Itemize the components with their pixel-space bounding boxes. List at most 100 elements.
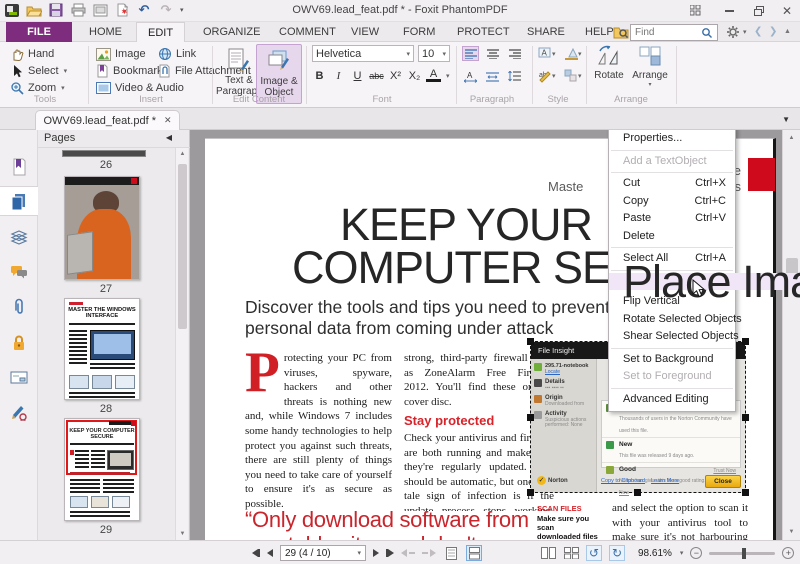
document-scrollbar[interactable]: ▲ ▼ xyxy=(782,130,800,540)
align-right-button[interactable] xyxy=(506,46,523,61)
tab-view[interactable]: VIEW xyxy=(340,22,390,42)
menu-item-paste[interactable]: PasteCtrl+V xyxy=(609,210,735,228)
insert-link-button[interactable]: Link xyxy=(158,46,196,62)
gear-dropdown-icon[interactable]: ▾ xyxy=(743,28,747,36)
find-previous-icon[interactable]: ❮ xyxy=(754,26,762,37)
search-folder-icon[interactable] xyxy=(613,25,629,42)
zoom-dropdown-icon[interactable]: ▾ xyxy=(680,549,684,557)
horizontal-scale-button[interactable] xyxy=(484,69,501,84)
menu-item-rotate-selected[interactable]: Rotate Selected Objects xyxy=(609,311,735,329)
line-spacing-button[interactable] xyxy=(506,69,523,84)
selection-handle-s[interactable] xyxy=(634,489,641,496)
undo-icon[interactable]: ↶ xyxy=(136,2,152,18)
rotate-button[interactable]: Rotate xyxy=(592,45,626,81)
font-family-select[interactable]: Helvetica▾ xyxy=(312,45,414,62)
shear-style-button[interactable]: ▾ xyxy=(564,47,584,64)
selection-handle-nw[interactable] xyxy=(527,338,534,345)
fields-panel-icon[interactable] xyxy=(0,362,38,392)
fill-style-button[interactable]: ▾ xyxy=(564,69,584,86)
zoom-slider[interactable] xyxy=(709,552,775,555)
page-thumbnail-26[interactable] xyxy=(62,150,146,157)
selection-handle-se[interactable] xyxy=(742,489,749,496)
italic-button[interactable]: I xyxy=(331,68,346,83)
copy-to-clipboard-link[interactable]: Copy to Clipboard xyxy=(601,478,645,484)
first-page-button[interactable] xyxy=(252,549,260,557)
menu-item-set-to-background[interactable]: Set to Background xyxy=(609,351,735,369)
page-number-dropdown-icon[interactable]: ▾ xyxy=(357,549,361,557)
comments-panel-icon[interactable] xyxy=(0,257,38,287)
page-number-box[interactable]: 29 (4 / 10)▾ xyxy=(280,545,366,561)
layers-panel-icon[interactable] xyxy=(0,222,38,252)
menu-item-properties[interactable]: Properties... xyxy=(609,130,735,148)
continuous-view-button[interactable] xyxy=(466,545,482,561)
close-dialog-button[interactable]: Close xyxy=(705,475,741,488)
tab-file[interactable]: FILE xyxy=(6,22,72,42)
rotate-left-button[interactable]: ↺ xyxy=(586,545,602,561)
attachments-panel-icon[interactable] xyxy=(0,292,38,322)
panel-scroll-down-icon[interactable]: ▼ xyxy=(176,528,189,540)
selection-handle-e[interactable] xyxy=(742,414,749,421)
panel-scroll-up-icon[interactable]: ▲ xyxy=(176,148,189,160)
tab-protect[interactable]: PROTECT xyxy=(446,22,521,42)
arrange-button[interactable]: Arrange ▾ xyxy=(630,45,670,88)
tab-organize[interactable]: ORGANIZE xyxy=(192,22,271,42)
qat-customize-icon[interactable]: ▾ xyxy=(180,6,184,14)
font-color-dropdown-icon[interactable]: ▾ xyxy=(446,72,450,80)
close-button[interactable]: ✕ xyxy=(778,3,796,18)
restore-button[interactable] xyxy=(750,3,768,18)
selection-handle-sw[interactable] xyxy=(527,489,534,496)
hand-tool-button[interactable]: Hand xyxy=(10,46,54,62)
find-next-icon[interactable]: ❯ xyxy=(769,26,777,37)
menu-item-delete[interactable]: Delete xyxy=(609,228,735,246)
next-page-button[interactable] xyxy=(373,549,379,557)
document-tab-close-icon[interactable]: ✕ xyxy=(164,115,172,126)
insert-bookmark-button[interactable]: Bookmark xyxy=(96,63,163,79)
facing-view-button[interactable] xyxy=(540,545,556,561)
tab-list-dropdown-icon[interactable]: ▼ xyxy=(782,115,790,124)
tab-form[interactable]: FORM xyxy=(392,22,446,42)
bold-button[interactable]: B xyxy=(312,68,327,83)
selection-handle-w[interactable] xyxy=(527,414,534,421)
panel-scroll-thumb[interactable] xyxy=(178,164,187,329)
menu-item-shear-selected[interactable]: Shear Selected Objects xyxy=(609,328,735,346)
strikeout-button[interactable]: abc xyxy=(369,68,384,83)
continuous-facing-view-button[interactable] xyxy=(563,545,579,561)
superscript-button[interactable]: X² xyxy=(388,68,403,83)
save-icon[interactable] xyxy=(48,2,64,18)
subscript-button[interactable]: X₂ xyxy=(407,68,422,83)
single-page-view-button[interactable] xyxy=(443,545,459,561)
page-thumbnail-27[interactable] xyxy=(64,176,140,280)
highlight-style-button[interactable]: ab▾ xyxy=(538,69,558,86)
settings-gear-icon[interactable] xyxy=(726,25,741,42)
last-page-button[interactable] xyxy=(386,549,394,557)
scroll-down-icon[interactable]: ▼ xyxy=(785,526,798,538)
ui-layout-icon[interactable] xyxy=(686,3,704,18)
page-thumbnail-29[interactable]: KEEP YOUR COMPUTER SECURE xyxy=(64,418,140,521)
selection-handle-ne[interactable] xyxy=(742,338,749,345)
align-center-button[interactable] xyxy=(484,46,501,61)
font-size-select[interactable]: 10▾ xyxy=(418,45,450,62)
menu-item-copy[interactable]: CopyCtrl+C xyxy=(609,193,735,211)
collapse-ribbon-icon[interactable]: ▲ xyxy=(784,28,791,35)
text-style-button[interactable]: A▾ xyxy=(538,47,558,64)
char-spacing-button[interactable]: A xyxy=(462,69,479,84)
zoom-slider-thumb[interactable] xyxy=(742,548,746,559)
security-panel-icon[interactable] xyxy=(0,327,38,357)
tab-home[interactable]: HOME xyxy=(78,22,133,42)
learn-more-link[interactable]: Learn More xyxy=(651,478,679,484)
menu-item-advanced-editing[interactable]: Advanced Editing xyxy=(609,391,735,409)
menu-item-cut[interactable]: CutCtrl+X xyxy=(609,175,735,193)
new-document-icon[interactable] xyxy=(114,2,130,18)
signatures-panel-icon[interactable] xyxy=(0,397,38,427)
locate-link[interactable]: Locate xyxy=(545,370,593,376)
minimize-button[interactable] xyxy=(720,3,738,18)
rotate-right-button[interactable]: ↻ xyxy=(609,545,625,561)
underline-button[interactable]: U xyxy=(350,68,365,83)
font-color-button[interactable]: A xyxy=(426,69,441,82)
tab-edit[interactable]: EDIT xyxy=(136,22,185,43)
scroll-up-icon[interactable]: ▲ xyxy=(785,132,798,144)
find-input[interactable] xyxy=(631,27,701,38)
tab-comment[interactable]: COMMENT xyxy=(268,22,347,42)
select-tool-button[interactable]: Select▾ xyxy=(10,63,67,79)
pages-panel-scrollbar[interactable]: ▲ ▼ xyxy=(175,148,188,540)
